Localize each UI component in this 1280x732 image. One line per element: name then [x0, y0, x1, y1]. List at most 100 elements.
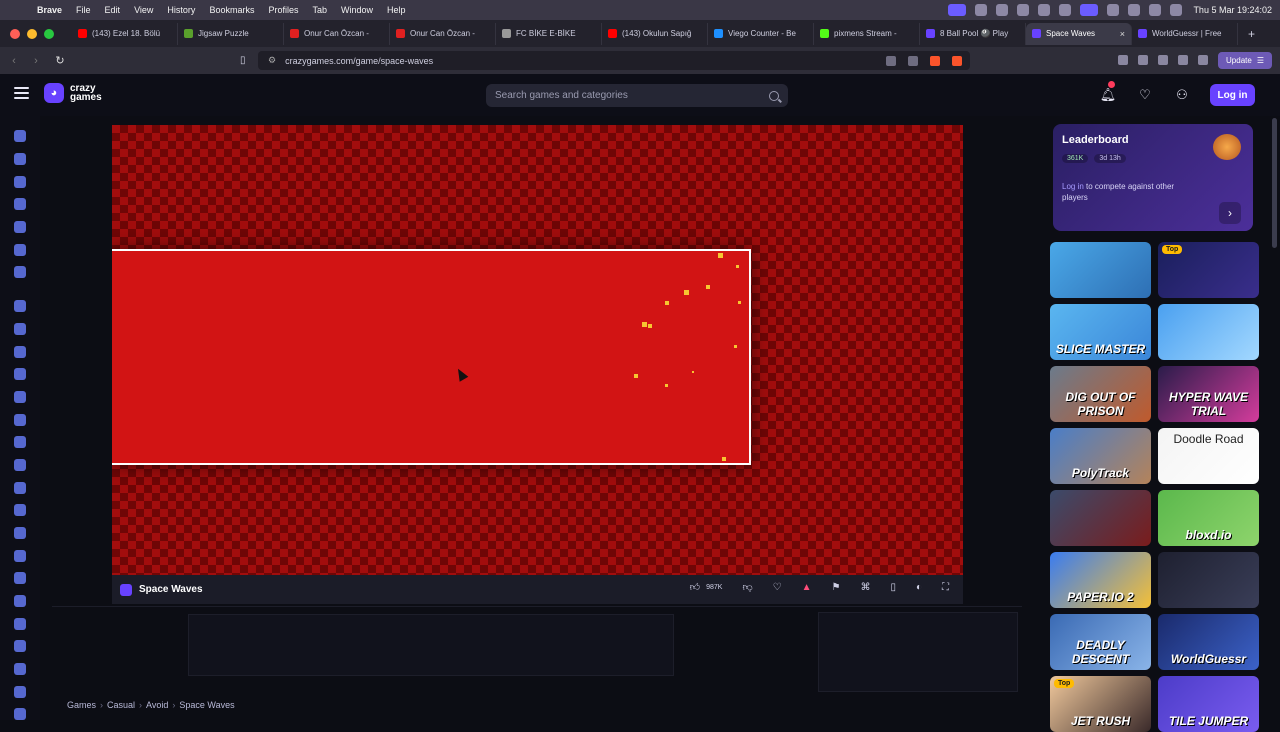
wifi-icon[interactable]	[1128, 4, 1141, 16]
back-icon[interactable]: ‹	[6, 55, 22, 67]
updated-icon[interactable]	[14, 221, 26, 233]
crazygames-logo[interactable]: ◕ crazy games	[44, 83, 102, 103]
menu-window[interactable]: Window	[341, 5, 373, 15]
login-button[interactable]: Log in	[1210, 84, 1255, 106]
search-icon[interactable]	[769, 90, 779, 101]
menu-view[interactable]: View	[134, 5, 153, 15]
horror-icon[interactable]	[14, 595, 26, 607]
status-icon[interactable]	[1017, 4, 1030, 16]
menu-file[interactable]: File	[76, 5, 91, 15]
heart-icon[interactable]: ♡	[1136, 86, 1154, 104]
forward-icon[interactable]: ›	[28, 55, 44, 67]
card-icon[interactable]	[14, 414, 26, 426]
menubar-clock[interactable]: Thu 5 Mar 19:24:02	[1193, 5, 1272, 15]
reload-icon[interactable]: ↻	[52, 54, 68, 67]
breadcrumb-games[interactable]: Games	[67, 700, 96, 710]
new-icon[interactable]	[14, 176, 26, 188]
browser-tab[interactable]: Space Waves ×	[1026, 22, 1132, 45]
originals-icon[interactable]	[14, 244, 26, 256]
update-button[interactable]: Update ☰	[1218, 52, 1272, 69]
menu-edit[interactable]: Edit	[105, 5, 121, 15]
escape-icon[interactable]	[14, 527, 26, 539]
share-icon[interactable]	[908, 55, 918, 66]
game-thumbnail[interactable]: DEADLY DESCENT	[1050, 614, 1151, 670]
leaderboard-card[interactable]: Leaderboard 361K 3d 13h Log in to compet…	[1053, 124, 1253, 231]
menu-help[interactable]: Help	[387, 5, 406, 15]
home-icon[interactable]	[14, 130, 26, 142]
panel-icon[interactable]	[1158, 55, 1168, 65]
friends-icon[interactable]: ⚇	[1173, 86, 1191, 104]
clicker-icon[interactable]	[14, 459, 26, 471]
browser-tab[interactable]: (143) Ezel 18. Bölü	[72, 22, 178, 45]
browser-tab[interactable]: (143) Okulun Sapığ	[602, 22, 708, 45]
address-bar[interactable]: ⚙ crazygames.com/game/space-waves	[258, 51, 970, 70]
share-icon[interactable]: ⌘	[860, 582, 870, 593]
car-icon[interactable]	[14, 391, 26, 403]
casual-icon[interactable]	[14, 436, 26, 448]
music-icon[interactable]	[1138, 55, 1148, 65]
game-thumbnail[interactable]	[1050, 242, 1151, 298]
puzzle-icon[interactable]	[14, 708, 26, 720]
menu-history[interactable]: History	[167, 5, 195, 15]
new-tab-button[interactable]: +	[1248, 27, 1255, 41]
control-center-icon[interactable]	[1170, 4, 1183, 16]
battery-icon[interactable]	[1107, 4, 1120, 16]
browser-tab[interactable]: WorldGuessr | Free	[1132, 22, 1238, 45]
bell-icon[interactable]: 🔔︎	[1099, 86, 1117, 104]
game-thumbnail[interactable]	[1050, 490, 1151, 546]
site-info-icon[interactable]: ⚙	[268, 55, 276, 66]
game-thumbnail[interactable]: Top JET RUSH	[1050, 676, 1151, 732]
game-thumbnail[interactable]: SLICE MASTER	[1050, 304, 1151, 360]
close-tab-icon[interactable]: ×	[1120, 29, 1125, 39]
mahjong-icon[interactable]	[14, 640, 26, 652]
menu-profiles[interactable]: Profiles	[268, 5, 298, 15]
driving-icon[interactable]	[14, 504, 26, 516]
report-flag-icon[interactable]: ⚑	[831, 582, 840, 593]
flash-icon[interactable]	[14, 550, 26, 562]
close-window-button[interactable]	[10, 28, 20, 39]
browser-tab[interactable]: Viego Counter - Be	[708, 22, 814, 45]
io-icon[interactable]	[14, 618, 26, 630]
game-thumbnail[interactable]: PolyTrack	[1050, 428, 1151, 484]
status-icon[interactable]	[1059, 4, 1072, 16]
hamburger-menu-icon[interactable]	[14, 87, 29, 99]
breadcrumb-casual[interactable]: Casual	[107, 700, 135, 710]
action-icon[interactable]	[14, 300, 26, 312]
browser-tab[interactable]: Onur Can Özcan -	[284, 22, 390, 45]
status-icon[interactable]	[975, 4, 988, 16]
game-thumbnail[interactable]: WorldGuessr	[1158, 614, 1259, 670]
sidebar-icon[interactable]	[1118, 55, 1128, 65]
browser-tab[interactable]: Onur Can Özcan -	[390, 22, 496, 45]
game-thumbnail[interactable]: HYPER WAVE TRIAL	[1158, 366, 1259, 422]
chevron-right-icon[interactable]: ›	[1219, 202, 1241, 224]
game-thumbnail[interactable]: Top	[1158, 242, 1259, 298]
game-canvas[interactable]	[112, 125, 963, 575]
fullscreen-window-button[interactable]	[44, 28, 54, 39]
browser-tab[interactable]: pixmens Stream -	[814, 22, 920, 45]
fps-icon[interactable]	[14, 572, 26, 584]
search-input[interactable]: Search games and categories	[486, 84, 788, 107]
minecraft-icon[interactable]	[14, 663, 26, 675]
theater-mode-icon[interactable]: ▯	[890, 582, 896, 593]
page-scrollbar[interactable]	[1272, 118, 1277, 248]
game-thumbnail[interactable]	[1158, 304, 1259, 360]
url-text[interactable]: crazygames.com/game/space-waves	[285, 56, 433, 66]
game-thumbnail[interactable]: Doodle Road	[1158, 428, 1259, 484]
brave-rewards-icon[interactable]	[952, 55, 962, 66]
pool-icon[interactable]	[14, 686, 26, 698]
brave-shields-icon[interactable]	[930, 55, 940, 66]
favorite-heart-icon[interactable]: ♡	[773, 582, 782, 593]
bookmark-icon[interactable]: ▯	[240, 55, 246, 66]
browser-tab[interactable]: FC BİKE E-BİKE	[496, 22, 602, 45]
game-thumbnail[interactable]: PAPER.IO 2	[1050, 552, 1151, 608]
menu-bookmarks[interactable]: Bookmarks	[209, 5, 254, 15]
menu-tab[interactable]: Tab	[312, 5, 327, 15]
leaderboard-login-link[interactable]: Log in	[1062, 182, 1084, 191]
trending-icon[interactable]	[14, 198, 26, 210]
beauty-icon[interactable]	[14, 368, 26, 380]
spotlight-icon[interactable]	[1149, 4, 1162, 16]
browser-tab[interactable]: Jigsaw Puzzle	[178, 22, 284, 45]
game-thumbnail[interactable]: DIG OUT OF PRISON	[1050, 366, 1151, 422]
screen-record-icon[interactable]	[948, 4, 967, 16]
game-thumbnail[interactable]: TILE JUMPER	[1158, 676, 1259, 732]
